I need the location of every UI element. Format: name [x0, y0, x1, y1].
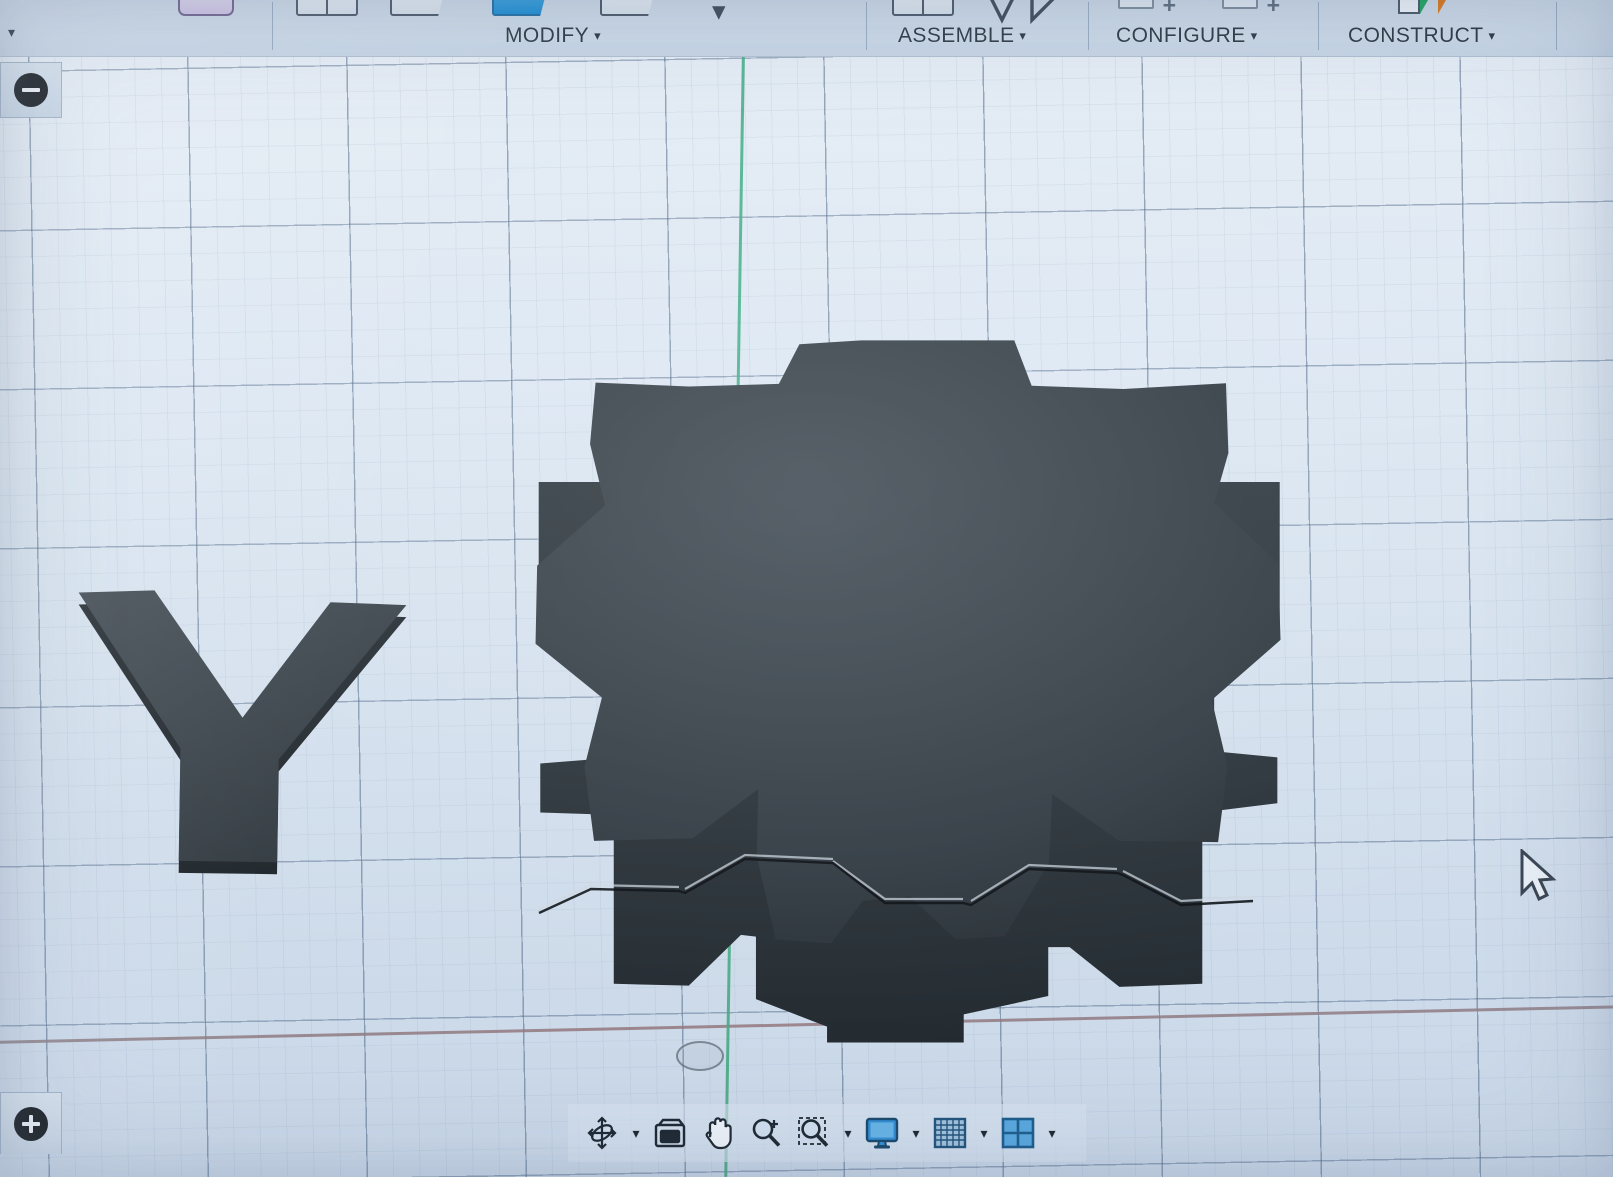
- ribbon-group-configure-label: CONFIGURE: [1116, 24, 1246, 47]
- y-letter-top-face: [78, 590, 407, 863]
- viewports-caret-icon[interactable]: ▾: [1044, 1125, 1060, 1142]
- mouse-pointer-icon: [1520, 849, 1557, 902]
- offset-plane-icon[interactable]: [1398, 0, 1454, 16]
- plus-circle-icon: [14, 1106, 48, 1141]
- expand-browser-button[interactable]: [0, 1092, 62, 1154]
- ribbon-group-assemble-label: ASSEMBLE: [898, 24, 1015, 47]
- y-letter-body[interactable]: [70, 587, 415, 875]
- orbit-caret-icon[interactable]: ▾: [628, 1125, 644, 1142]
- grid-snaps-icon[interactable]: [928, 1111, 972, 1155]
- ribbon-separator: [272, 2, 273, 50]
- configure-add-icon[interactable]: +: [1118, 0, 1176, 17]
- collapse-browser-button[interactable]: [0, 62, 62, 118]
- ribbon-separator: [1556, 2, 1557, 50]
- ribbon-overflow-caret-icon[interactable]: ▾: [8, 24, 15, 41]
- draft-icon[interactable]: [600, 0, 656, 16]
- ribbon-separator: [866, 2, 867, 50]
- zoom-window-caret-icon[interactable]: ▾: [840, 1125, 856, 1142]
- display-settings-icon[interactable]: [860, 1111, 904, 1155]
- grid-snaps-caret-icon[interactable]: ▾: [976, 1125, 992, 1142]
- ribbon-separator: [1318, 2, 1319, 50]
- ribbon-group-construct-label: CONSTRUCT: [1348, 24, 1484, 47]
- navigation-bar[interactable]: ▾ ▾ ▾ ▾ ▾: [568, 1104, 1086, 1162]
- gear-body[interactable]: [515, 325, 1305, 1045]
- press-pull-icon[interactable]: [296, 0, 358, 16]
- chevron-down-icon: ▾: [1250, 28, 1258, 43]
- 3d-viewport[interactable]: [0, 57, 1613, 1177]
- zoom-icon[interactable]: [744, 1111, 788, 1155]
- fusion360-window: ▾ + + ▾ MODIFY ▾ ASSEMBLE ▾ CONFIGURE ▾ CON…: [0, 0, 1613, 1177]
- gear-geometry: [515, 325, 1305, 1045]
- display-settings-caret-icon[interactable]: ▾: [908, 1125, 924, 1142]
- joint-origin-icon[interactable]: [1028, 0, 1062, 35]
- viewports-icon[interactable]: [996, 1111, 1040, 1155]
- fillet-icon[interactable]: [390, 0, 446, 16]
- ribbon-toolbar[interactable]: ▾ + + ▾ MODIFY ▾ ASSEMBLE ▾ CONFIGURE ▾ CON…: [0, 0, 1613, 57]
- ribbon-group-modify-label: MODIFY: [505, 24, 590, 47]
- ribbon-separator: [1088, 2, 1089, 50]
- shell-icon[interactable]: [492, 0, 548, 16]
- ribbon-group-assemble[interactable]: ASSEMBLE ▾: [898, 24, 1026, 48]
- configure-table-icon[interactable]: +: [1222, 0, 1280, 17]
- chevron-down-icon: ▾: [1019, 28, 1027, 43]
- joint-icon[interactable]: [892, 0, 954, 16]
- chevron-down-icon: ▾: [594, 28, 601, 43]
- pan-hand-icon[interactable]: [696, 1111, 740, 1155]
- minus-circle-icon: [14, 73, 48, 107]
- scale-icon[interactable]: [178, 0, 234, 16]
- chevron-down-icon: ▾: [1488, 28, 1496, 43]
- orbit-icon[interactable]: [580, 1111, 624, 1155]
- origin-point-marker[interactable]: [676, 1041, 724, 1071]
- look-at-icon[interactable]: [648, 1111, 692, 1155]
- ribbon-group-modify[interactable]: MODIFY ▾: [505, 24, 601, 48]
- ribbon-group-configure[interactable]: CONFIGURE ▾: [1116, 24, 1258, 48]
- zoom-window-icon[interactable]: [792, 1111, 836, 1155]
- ribbon-group-construct[interactable]: CONSTRUCT ▾: [1348, 24, 1495, 48]
- modify-overflow-icon[interactable]: ▾: [712, 0, 726, 25]
